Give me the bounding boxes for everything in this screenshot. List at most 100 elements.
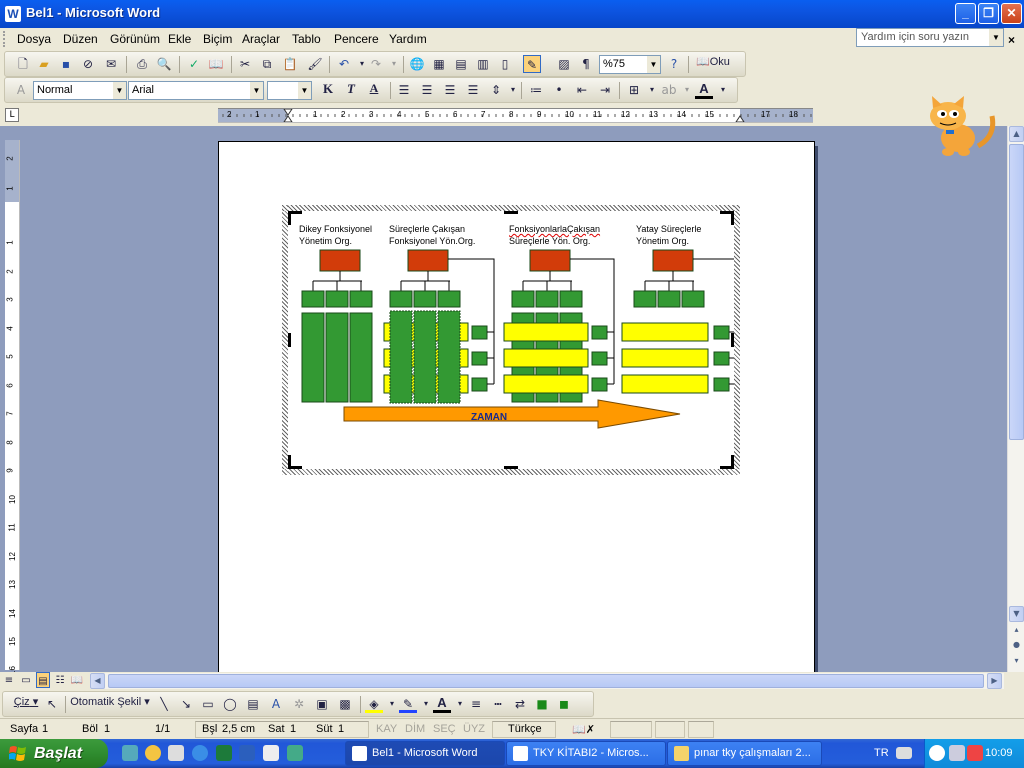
word-quicklaunch-icon[interactable] xyxy=(239,745,255,761)
email-icon[interactable]: ✉ xyxy=(102,55,120,73)
security-icon[interactable] xyxy=(967,745,983,761)
function-column[interactable] xyxy=(349,312,373,403)
scroll-up-button[interactable]: ▲ xyxy=(1009,126,1024,142)
decrease-indent-icon[interactable]: ⇤ xyxy=(573,81,591,99)
status-track-changes[interactable]: DİM xyxy=(405,723,425,735)
zoom-select[interactable]: %75 ▼ xyxy=(599,55,661,74)
process-bar[interactable] xyxy=(503,348,589,368)
unit-box[interactable] xyxy=(535,290,559,308)
document-close-button[interactable]: × xyxy=(1008,33,1015,47)
chevron-down-icon[interactable]: ▾ xyxy=(385,55,403,73)
minimize-button[interactable]: _ xyxy=(955,3,976,24)
hyperlink-icon[interactable]: 🌐 xyxy=(408,55,426,73)
help-icon[interactable]: ? xyxy=(665,55,683,73)
normal-view-icon[interactable]: ≡ xyxy=(2,672,16,688)
process-bar[interactable] xyxy=(503,374,589,394)
insert-excel-icon[interactable]: ▥ xyxy=(474,55,492,73)
print-preview-icon[interactable]: 🔍 xyxy=(155,55,173,73)
print-layout-icon[interactable]: ▤ xyxy=(36,672,50,688)
vertical-scrollbar[interactable]: ▲ ▼ ▴ ● ▾ xyxy=(1007,126,1024,672)
vertical-scroll-thumb[interactable] xyxy=(1009,144,1024,440)
picture-icon[interactable]: ▩ xyxy=(336,695,354,713)
status-record-macro[interactable]: KAY xyxy=(376,723,397,735)
excel-quicklaunch-icon[interactable] xyxy=(216,745,232,761)
process-bar[interactable] xyxy=(503,322,589,342)
menu-araclar[interactable]: Araçlar xyxy=(242,32,280,46)
next-page-button[interactable]: ▾ xyxy=(1009,654,1024,670)
indent-marker[interactable] xyxy=(283,109,293,122)
status-language[interactable]: Türkçe xyxy=(508,723,542,735)
diagram-icon[interactable]: ✲ xyxy=(290,695,308,713)
fill-color-icon[interactable]: ◈ xyxy=(365,695,383,713)
line-style-icon[interactable]: ≡ xyxy=(467,695,485,713)
tray-chevron-icon[interactable] xyxy=(929,745,945,761)
process-owner-box[interactable] xyxy=(713,377,730,392)
status-extend-selection[interactable]: SEÇ xyxy=(433,723,456,735)
open-folder-icon[interactable]: ▰ xyxy=(35,55,53,73)
underline-button[interactable]: A xyxy=(365,81,383,99)
horizontal-scrollbar[interactable]: ◀ ▶ xyxy=(90,673,1004,689)
scroll-down-button[interactable]: ▼ xyxy=(1009,606,1024,622)
bullets-icon[interactable]: • xyxy=(550,81,568,99)
menu-duzen[interactable]: Düzen xyxy=(63,32,98,46)
undo-icon[interactable]: ↶ xyxy=(335,55,353,73)
handle-top-right[interactable] xyxy=(720,211,734,225)
close-button[interactable]: ✕ xyxy=(1001,3,1022,24)
unit-box[interactable] xyxy=(437,290,461,308)
web-layout-icon[interactable]: ▭ xyxy=(19,672,33,688)
process-owner-box[interactable] xyxy=(713,351,730,366)
align-right-icon[interactable]: ☰ xyxy=(441,81,459,99)
justify-icon[interactable]: ☰ xyxy=(464,81,482,99)
autoshapes-button[interactable]: Otomatik Şekil ▾ xyxy=(69,695,151,713)
process-owner-box[interactable] xyxy=(471,351,488,366)
quicklaunch-icon[interactable] xyxy=(287,745,303,761)
status-overtype[interactable]: ÜYZ xyxy=(463,723,485,735)
head-box[interactable] xyxy=(319,249,361,272)
format-painter-icon[interactable]: 🖌 xyxy=(306,55,324,73)
task-word-bel1[interactable]: Bel1 - Microsoft Word xyxy=(345,741,505,766)
reading-layout-icon[interactable]: 📖 xyxy=(70,672,84,688)
network-icon[interactable] xyxy=(949,745,965,761)
org-diagram[interactable]: Dikey Fonksiyonel Yönetim Org. Süreçlerl… xyxy=(282,205,740,475)
chevron-down-icon[interactable]: ▾ xyxy=(504,81,522,99)
handle-top[interactable] xyxy=(504,211,518,214)
print-icon[interactable]: ⎙ xyxy=(133,55,151,73)
align-left-icon[interactable]: ☰ xyxy=(395,81,413,99)
select-objects-icon[interactable]: ↖ xyxy=(43,695,61,713)
chevron-down-icon[interactable]: ▼ xyxy=(113,82,126,99)
research-icon[interactable]: 📖 xyxy=(207,55,225,73)
unit-box[interactable] xyxy=(681,290,705,308)
process-owner-box[interactable] xyxy=(591,351,608,366)
process-owner-box[interactable] xyxy=(713,325,730,340)
unit-box[interactable] xyxy=(511,290,535,308)
wordart-icon[interactable]: A xyxy=(267,695,285,713)
insert-table-icon[interactable]: ▤ xyxy=(452,55,470,73)
function-column[interactable] xyxy=(437,310,461,404)
horizontal-ruler[interactable]: 2 1 1 2 3 4 5 6 7 8 9 10 11 12 13 14 15 17 18 xyxy=(218,108,813,123)
bold-button[interactable]: K xyxy=(319,81,337,99)
italic-button[interactable]: T xyxy=(342,81,360,99)
rectangle-icon[interactable]: ▭ xyxy=(199,695,217,713)
function-column[interactable] xyxy=(325,312,349,403)
chevron-down-icon[interactable]: ▾ xyxy=(714,81,732,99)
browse-object-button[interactable]: ● xyxy=(1009,638,1024,654)
desktop-quicklaunch-icon[interactable] xyxy=(122,745,138,761)
document-map-icon[interactable]: ▨ xyxy=(555,55,573,73)
chevron-down-icon[interactable]: ▼ xyxy=(298,82,311,99)
process-owner-box[interactable] xyxy=(471,325,488,340)
help-search-input[interactable]: Yardım için soru yazın ▼ xyxy=(856,28,1004,47)
highlight-icon[interactable]: ab xyxy=(660,81,678,99)
start-button[interactable]: Başlat xyxy=(0,739,108,768)
function-column[interactable] xyxy=(389,310,413,404)
chevron-down-icon[interactable]: ▾ xyxy=(678,81,696,99)
drawing-icon[interactable]: ✎ xyxy=(523,55,541,73)
cut-icon[interactable]: ✂ xyxy=(236,55,254,73)
task-folder[interactable]: pınar tky çalışmaları 2... xyxy=(667,741,822,766)
3d-style-icon[interactable]: ◼ xyxy=(555,695,573,713)
increase-indent-icon[interactable]: ⇥ xyxy=(596,81,614,99)
word-icon[interactable]: W xyxy=(5,6,21,22)
save-icon[interactable]: ▪ xyxy=(57,55,75,73)
new-document-icon[interactable]: 🗋 xyxy=(14,55,32,73)
show-hide-icon[interactable]: ¶ xyxy=(577,55,595,73)
office-assistant-cat-icon[interactable] xyxy=(918,96,1002,158)
